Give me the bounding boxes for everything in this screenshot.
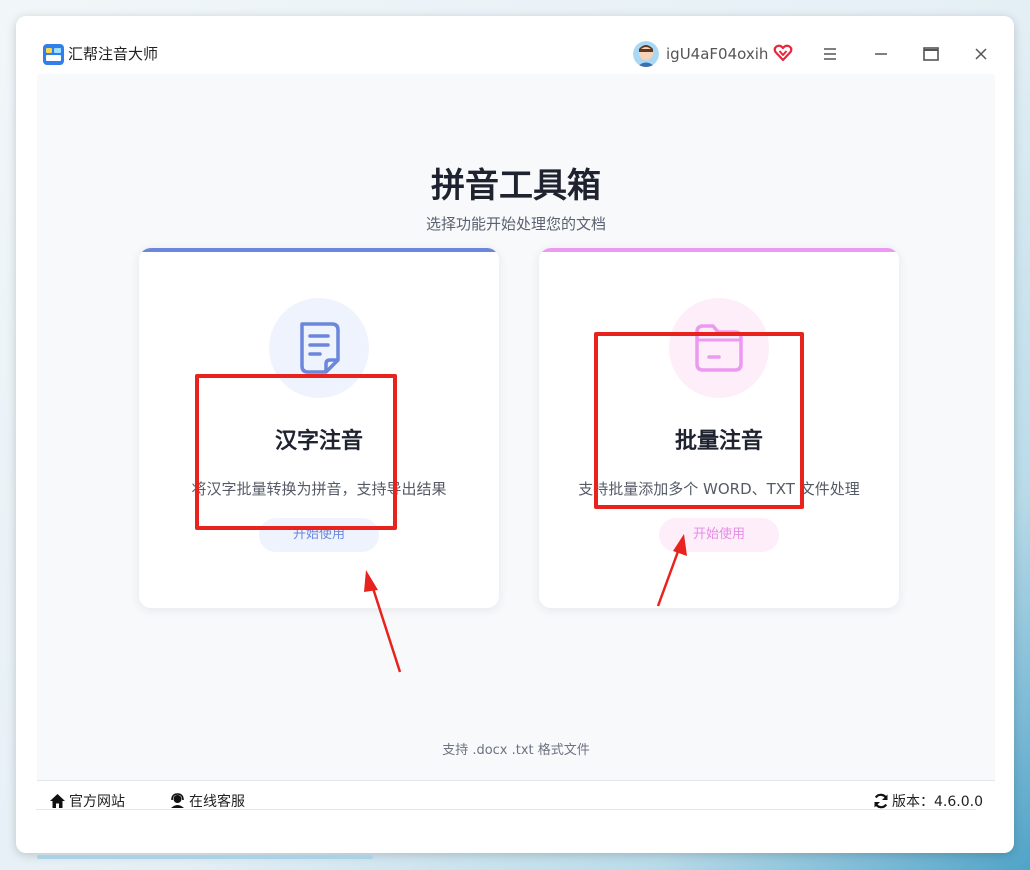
- avatar[interactable]: [633, 41, 659, 67]
- version-label: 版本：: [892, 794, 935, 810]
- refresh-icon: [874, 793, 888, 809]
- supported-formats-note: 支持 .docx .txt 格式文件: [442, 743, 590, 758]
- minimize-icon[interactable]: [871, 44, 891, 64]
- app-logo-icon: [43, 44, 64, 65]
- username[interactable]: igU4aF04oxih: [666, 44, 768, 64]
- maximize-icon[interactable]: [921, 44, 941, 64]
- version-value: 4.6.0.0: [934, 794, 983, 810]
- page-title: 拼音工具箱: [431, 166, 601, 206]
- page-subtitle: 选择功能开始处理您的文档: [425, 215, 606, 233]
- online-service-label: 在线客服: [189, 794, 245, 810]
- annotation-box-hanzi: [195, 374, 397, 530]
- vip-heart-icon[interactable]: [773, 43, 793, 63]
- title-bar: 汇帮注音大师 igU4aF04oxih: [16, 16, 1014, 78]
- app-title: 汇帮注音大师: [68, 45, 159, 63]
- annotation-box-batch: [594, 332, 804, 509]
- customer-service-icon: [171, 793, 184, 808]
- home-icon: [50, 794, 65, 808]
- main-content: 拼音工具箱 选择功能开始处理您的文档 汉字注音 将汉字批量转换为拼音，支持导出结…: [37, 74, 995, 782]
- card-accent-bar: [139, 248, 499, 252]
- card-accent-bar: [539, 248, 899, 252]
- close-icon[interactable]: [971, 44, 991, 64]
- window-bottom-strip: [37, 855, 373, 859]
- footer-divider: [36, 809, 976, 810]
- menu-icon[interactable]: [820, 44, 840, 64]
- footer-bar: 官方网站 在线客服 版本：4.6.0.0: [37, 780, 995, 827]
- start-button[interactable]: 开始使用: [659, 518, 779, 552]
- official-site-label: 官方网站: [69, 794, 125, 810]
- document-icon: [300, 322, 340, 374]
